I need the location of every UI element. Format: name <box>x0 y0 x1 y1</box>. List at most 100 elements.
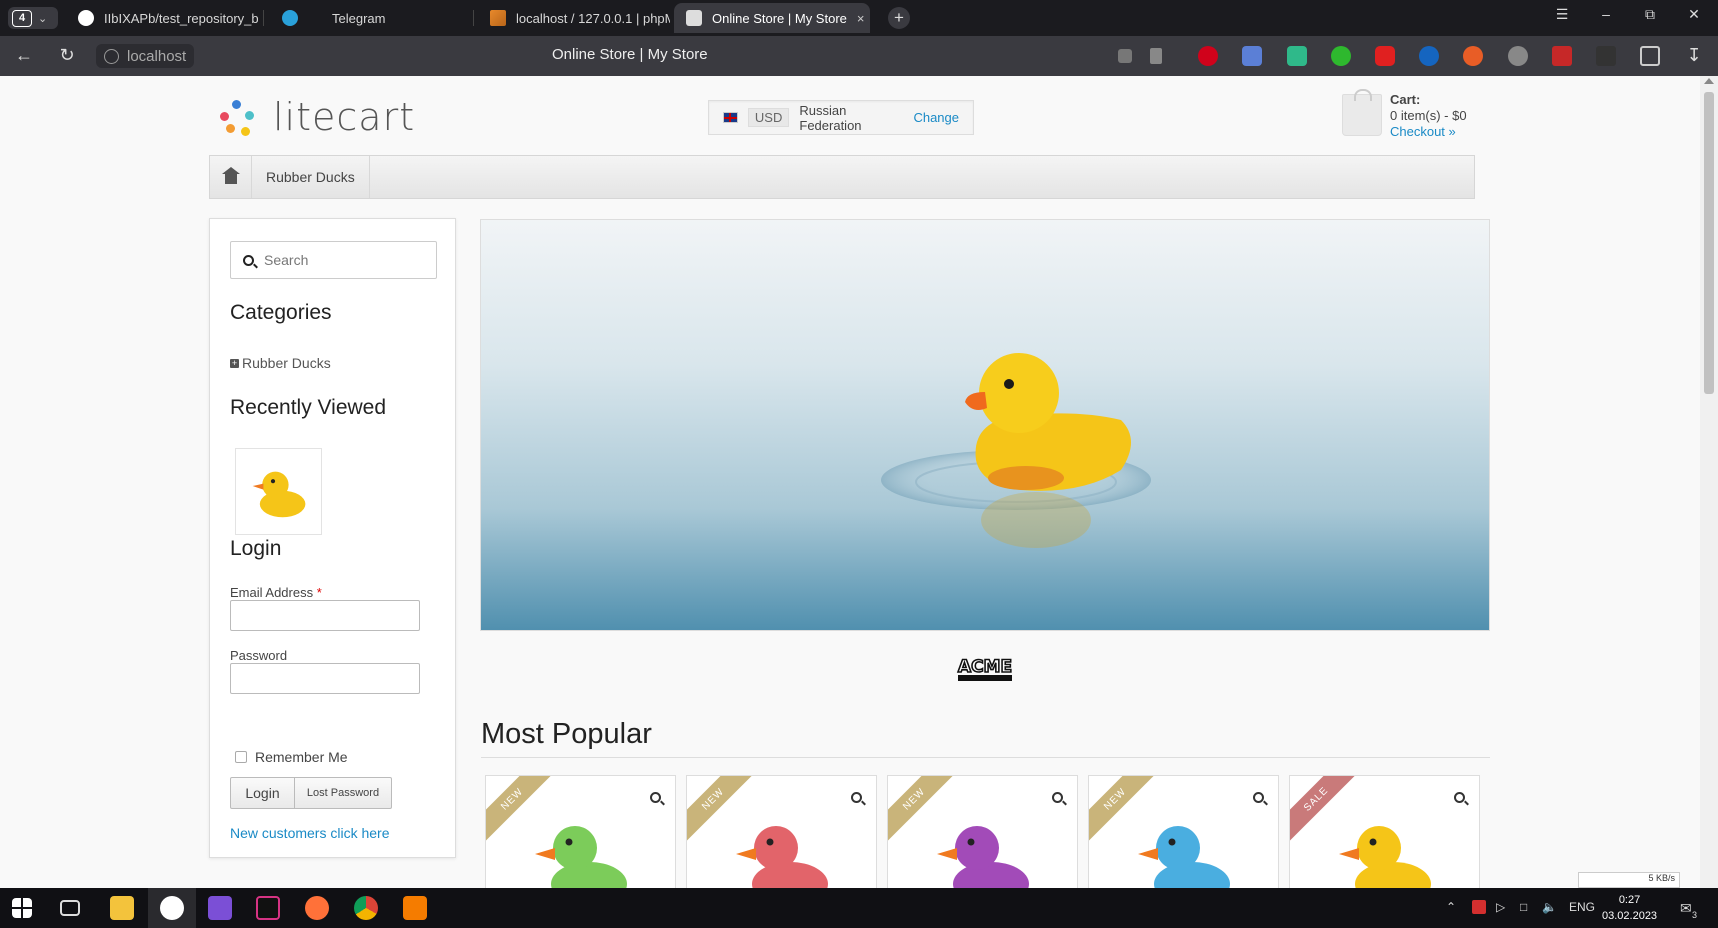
zoom-icon[interactable] <box>1052 792 1063 803</box>
home-button[interactable] <box>210 156 252 198</box>
sidebar: Categories + Rubber Ducks Recently Viewe… <box>209 218 456 858</box>
browser-tab-strip: 4 ⌄ IIbIXAPb/test_repository_b Telegram … <box>0 0 1718 36</box>
checkout-link[interactable]: Checkout » <box>1390 124 1467 140</box>
extension-icon[interactable] <box>1287 46 1307 66</box>
zoom-icon[interactable] <box>650 792 661 803</box>
category-rubber-ducks[interactable]: + Rubber Ducks <box>230 355 331 371</box>
volume-icon[interactable]: 🔈 <box>1542 900 1557 914</box>
most-popular-heading: Most Popular <box>481 718 652 750</box>
product-card[interactable]: NEW <box>485 775 676 888</box>
product-card[interactable]: NEW <box>1088 775 1279 888</box>
cloud-extension-icon[interactable] <box>1242 46 1262 66</box>
task-view-icon[interactable] <box>60 900 80 916</box>
search-input[interactable] <box>264 252 424 268</box>
error-extension-icon[interactable] <box>1552 46 1572 66</box>
globe-extension-icon[interactable] <box>1508 46 1528 66</box>
zoom-icon[interactable] <box>1253 792 1264 803</box>
search-box[interactable] <box>230 241 437 279</box>
product-card[interactable]: NEW <box>686 775 877 888</box>
product-card[interactable]: NEW <box>887 775 1078 888</box>
collections-icon[interactable] <box>1640 46 1660 66</box>
divider <box>481 757 1490 758</box>
zoom-icon[interactable] <box>1454 792 1465 803</box>
clock-time: 0:27 <box>1618 894 1641 906</box>
login-heading: Login <box>230 537 282 560</box>
chevron-up-icon[interactable]: ⌃ <box>1446 900 1456 914</box>
remember-label: Remember Me <box>255 749 348 765</box>
phpmyadmin-icon <box>490 10 506 26</box>
zoom-icon[interactable] <box>851 792 862 803</box>
github-icon <box>78 10 94 26</box>
adblock-icon[interactable] <box>1198 46 1218 66</box>
translate-icon[interactable] <box>1118 49 1132 63</box>
tab-phpmyadmin[interactable]: localhost / 127.0.0.1 | phpM <box>478 3 670 33</box>
intellij-icon[interactable] <box>256 896 280 920</box>
cart-summary: 0 item(s) - $0 <box>1390 108 1467 123</box>
back-icon[interactable]: ← <box>12 45 36 66</box>
new-customers-link[interactable]: New customers click here <box>230 825 390 841</box>
tab-title: localhost / 127.0.0.1 | phpM <box>516 10 670 26</box>
lost-password-button[interactable]: Lost Password <box>295 778 391 808</box>
tab-count-button[interactable]: 4 ⌄ <box>8 7 58 29</box>
cart-widget[interactable]: Cart: 0 item(s) - $0 Checkout » <box>1342 89 1467 140</box>
reload-icon[interactable]: ↻ <box>55 45 79 66</box>
tab-github[interactable]: IIbIXAPb/test_repository_b <box>66 3 258 33</box>
network-speed-widget: 5 KB/s <box>1578 872 1680 888</box>
minimize-icon[interactable]: – <box>1594 6 1618 22</box>
recently-viewed-product[interactable] <box>235 448 322 535</box>
password-label: Password <box>230 648 288 663</box>
password-field[interactable] <box>230 663 420 694</box>
bookmark-icon[interactable] <box>1150 48 1162 64</box>
green-duck-image <box>535 826 627 888</box>
nav-item-rubber-ducks[interactable]: Rubber Ducks <box>252 156 370 198</box>
product-card[interactable]: SALE <box>1289 775 1480 888</box>
url-field[interactable]: localhost <box>96 44 195 68</box>
tab-online-store[interactable]: Online Store | My Store × <box>674 3 870 33</box>
network-icon[interactable]: □ <box>1520 900 1527 914</box>
acme-manufacturer-logo[interactable]: ACME <box>952 654 1018 684</box>
web-page: litecart USD Russian Federation Change C… <box>0 76 1700 888</box>
chrome-icon[interactable] <box>354 896 378 920</box>
extension-icon[interactable] <box>1596 46 1616 66</box>
clock-date: 03.02.2023 <box>1602 910 1658 922</box>
language-indicator[interactable]: ENG <box>1569 900 1595 914</box>
restore-icon[interactable]: ⧉ <box>1638 6 1662 23</box>
new-tab-button[interactable]: + <box>888 7 910 29</box>
clock[interactable]: 0:27 03.02.2023 <box>1602 892 1657 924</box>
change-region-link[interactable]: Change <box>913 110 959 125</box>
category-label: Rubber Ducks <box>242 355 331 371</box>
xampp-icon[interactable] <box>403 896 427 920</box>
tab-title: Online Store | My Store <box>712 10 847 26</box>
login-button[interactable]: Login <box>231 778 295 808</box>
cart-title: Cart: <box>1390 92 1421 107</box>
store-logo[interactable]: litecart <box>217 94 415 140</box>
extension-icon[interactable] <box>1419 46 1439 66</box>
scroll-up-icon[interactable] <box>1704 78 1714 84</box>
tray-app-icon[interactable] <box>1472 900 1486 914</box>
yellow-duck-image <box>1339 826 1431 888</box>
yandex-browser-icon[interactable] <box>160 896 184 920</box>
close-window-icon[interactable]: ✕ <box>1682 6 1706 23</box>
shield-icon[interactable] <box>1331 46 1351 66</box>
menu-icon[interactable]: ☰ <box>1550 6 1574 23</box>
hero-banner[interactable] <box>480 219 1490 631</box>
firefox-icon[interactable] <box>305 896 329 920</box>
download-icon[interactable]: ↧ <box>1682 45 1706 66</box>
tray-icon[interactable]: ▷ <box>1496 900 1505 914</box>
youtube-icon[interactable] <box>1375 46 1395 66</box>
remember-checkbox[interactable] <box>235 751 247 763</box>
file-explorer-icon[interactable] <box>110 896 134 920</box>
firefox-extension-icon[interactable] <box>1463 46 1483 66</box>
tab-telegram[interactable]: Telegram <box>270 3 470 33</box>
close-tab-icon[interactable]: × <box>857 11 865 26</box>
remember-me[interactable]: Remember Me <box>235 749 348 765</box>
email-label-text: Email Address <box>230 585 314 600</box>
scrollbar-thumb[interactable] <box>1704 92 1714 394</box>
page-scrollbar[interactable] <box>1700 76 1718 888</box>
windows-start-icon[interactable] <box>12 898 32 918</box>
notifications-icon[interactable]: ✉ <box>1680 900 1692 917</box>
email-field[interactable] <box>230 600 420 631</box>
visual-studio-icon[interactable] <box>208 896 232 920</box>
recently-viewed-heading: Recently Viewed <box>230 396 387 419</box>
yellow-duck-image <box>252 471 305 517</box>
